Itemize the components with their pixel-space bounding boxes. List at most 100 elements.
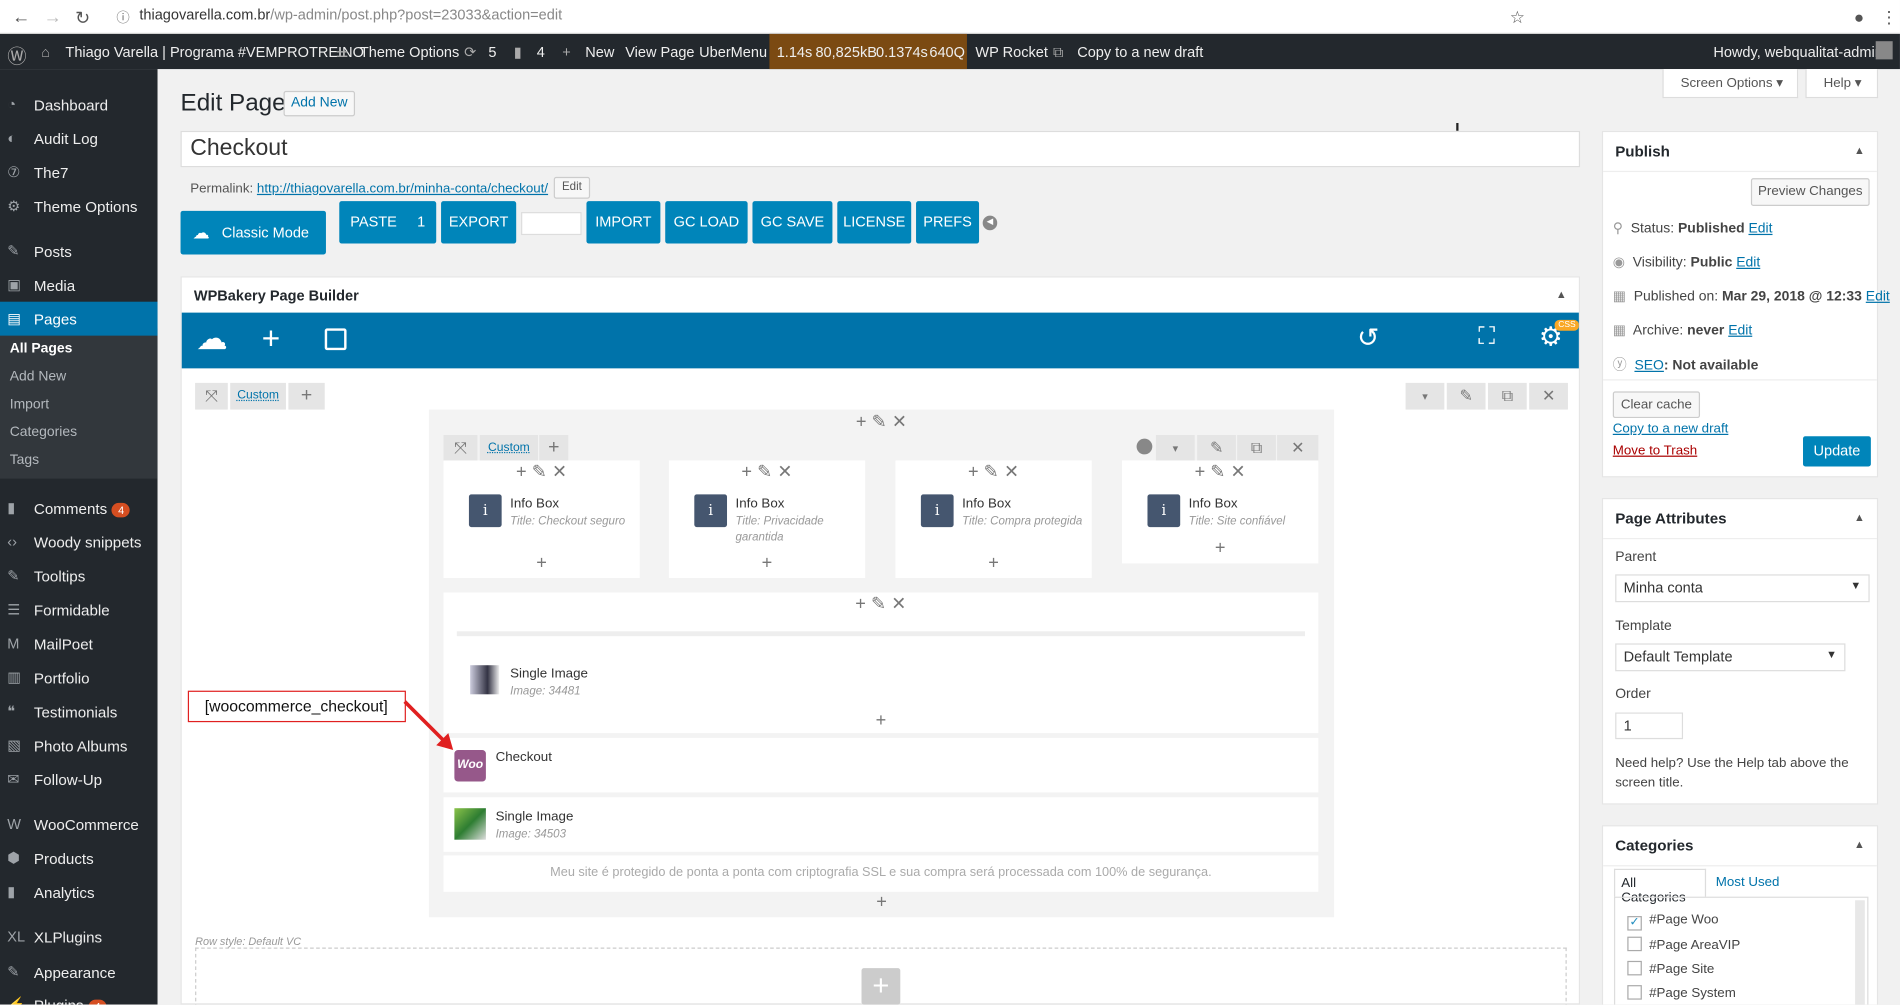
back-icon[interactable]: ←: [12, 7, 30, 28]
inner-row-layout-button[interactable]: Custom: [479, 435, 538, 462]
submenu-add-new[interactable]: Add New: [10, 370, 67, 385]
order-input[interactable]: 1: [1615, 712, 1684, 740]
sidebar-item-portfolio[interactable]: ▥ Portfolio: [0, 660, 158, 694]
copy-draft-link[interactable]: Copy to a new draft: [1613, 422, 1729, 437]
paste-button[interactable]: PASTE 1: [339, 201, 437, 244]
sidebar-item-posts[interactable]: ✎ Posts: [0, 234, 158, 268]
submenu-all-pages[interactable]: All Pages: [10, 342, 73, 357]
site-name-link[interactable]: Thiago Varella | Programa #VEMPROTREINO: [65, 44, 363, 61]
account-link[interactable]: Howdy, webqualitat-admin: [1713, 44, 1882, 61]
prefs-button[interactable]: PREFS: [916, 201, 980, 244]
license-button[interactable]: LICENSE: [837, 201, 912, 244]
perf-time[interactable]: 1.14s: [777, 44, 813, 61]
category-item[interactable]: ✓ #Page Woo: [1627, 912, 1719, 931]
star-icon[interactable]: ☆: [1510, 7, 1525, 28]
theme-options-link[interactable]: Theme Options: [360, 44, 459, 61]
collapse-icon[interactable]: ▲: [1556, 288, 1567, 300]
tab-most-used[interactable]: Most Used: [1716, 875, 1780, 890]
wordpress-logo-icon[interactable]: Ⓦ: [7, 40, 26, 69]
new-link[interactable]: New: [585, 44, 614, 61]
inner-row-clone-icon[interactable]: ⧉: [1237, 435, 1276, 462]
perf-query-time[interactable]: 0.1374s: [876, 44, 928, 61]
category-item[interactable]: #Page System: [1627, 985, 1736, 1001]
sidebar-item-comments[interactable]: ▮ Comments 4: [0, 491, 158, 525]
category-item[interactable]: #Page Site: [1627, 960, 1714, 977]
sidebar-item-woocommerce[interactable]: W WooCommerce: [0, 807, 158, 841]
column-actions-icons[interactable]: + ✎ ✕: [669, 460, 865, 483]
avatar[interactable]: [1875, 41, 1893, 60]
updates-count[interactable]: 5: [488, 44, 496, 61]
forward-icon[interactable]: →: [44, 7, 62, 28]
row-move-icon[interactable]: ⤧: [195, 382, 228, 410]
checkout-element[interactable]: Woo Checkout: [443, 737, 1319, 793]
import-code-input[interactable]: [521, 212, 582, 236]
fullscreen-icon[interactable]: ⛶: [1478, 324, 1495, 352]
screen-options-button[interactable]: Screen Options ▾: [1662, 69, 1799, 99]
seo-link[interactable]: SEO: [1634, 359, 1663, 374]
comments-count[interactable]: 4: [537, 44, 545, 61]
sidebar-item-dashboard[interactable]: ◔ Dashboard: [0, 87, 158, 121]
undo-icon[interactable]: ↺: [1357, 322, 1379, 354]
visibility-edit-link[interactable]: Edit: [1736, 256, 1760, 271]
perf-memory[interactable]: 80,825kB: [815, 44, 876, 61]
category-checkbox[interactable]: [1627, 936, 1642, 952]
info-icon[interactable]: ⓘ: [116, 7, 129, 26]
templates-icon[interactable]: [324, 328, 347, 351]
profile-icon[interactable]: ●: [1854, 7, 1864, 26]
submenu-categories[interactable]: Categories: [10, 425, 77, 440]
parent-select[interactable]: Minha conta ▼: [1615, 574, 1870, 603]
row-clone-icon[interactable]: ⧉: [1487, 382, 1527, 410]
sidebar-item-plugins[interactable]: ⚡ Plugins 4: [0, 988, 158, 1005]
menu-icon[interactable]: ⋮: [1881, 7, 1898, 28]
copy-draft-link[interactable]: Copy to a new draft: [1077, 44, 1203, 61]
category-item[interactable]: #Page AreaVIP: [1627, 936, 1740, 952]
category-checkbox[interactable]: [1627, 985, 1642, 1000]
move-to-trash-link[interactable]: Move to Trash: [1613, 443, 1697, 458]
column-actions-icons[interactable]: + ✎ ✕: [443, 593, 1318, 615]
row-edit-icon[interactable]: ✎: [1446, 382, 1486, 410]
row-actions-icons[interactable]: + ✎ ✕: [429, 411, 1334, 433]
inner-row-delete-icon[interactable]: ✕: [1277, 435, 1319, 462]
classic-mode-button[interactable]: ☁ Classic Mode: [180, 210, 326, 255]
collapse-icon[interactable]: ▲: [1854, 144, 1865, 156]
sidebar-item-woody-snippets[interactable]: ‹› Woody snippets: [0, 525, 158, 559]
sidebar-item-appearance[interactable]: ✎ Appearance: [0, 955, 158, 989]
view-page-link[interactable]: View Page: [625, 44, 694, 61]
submenu-tags[interactable]: Tags: [10, 453, 39, 468]
permalink-edit-button[interactable]: Edit: [553, 176, 591, 199]
update-button[interactable]: Update: [1803, 436, 1871, 467]
add-element-icon[interactable]: +: [669, 553, 865, 574]
sidebar-item-the7[interactable]: ⑦ The7: [0, 155, 158, 189]
ubermenu-link[interactable]: UberMenu: [699, 44, 767, 61]
scrollbar[interactable]: [1855, 900, 1865, 1005]
inner-row-edit-icon[interactable]: ✎: [1197, 435, 1236, 462]
add-element-icon[interactable]: +: [443, 710, 1318, 731]
collapse-icon[interactable]: ▲: [1854, 511, 1865, 523]
row-toggle-icon[interactable]: ▾: [1405, 382, 1445, 410]
sidebar-item-testimonials[interactable]: ❝ Testimonials: [0, 694, 158, 728]
inner-row-move-icon[interactable]: ⤧: [443, 435, 478, 462]
reload-icon[interactable]: ↻: [75, 7, 90, 29]
add-element-icon[interactable]: +: [895, 553, 1091, 574]
sidebar-item-analytics[interactable]: ▮ Analytics: [0, 875, 158, 909]
column-actions-icons[interactable]: + ✎ ✕: [1122, 460, 1318, 483]
collapse-icon[interactable]: ▲: [1854, 838, 1865, 850]
row-add-column-icon[interactable]: +: [288, 382, 325, 410]
submenu-import[interactable]: Import: [10, 397, 49, 412]
sidebar-item-formidable[interactable]: ☰ Formidable: [0, 593, 158, 627]
sidebar-item-media[interactable]: ▣ Media: [0, 268, 158, 302]
sidebar-item-photo-albums[interactable]: ▧ Photo Albums: [0, 728, 158, 762]
clear-cache-button[interactable]: Clear cache: [1612, 391, 1701, 419]
collapse-toolbar-icon[interactable]: ◀: [982, 215, 998, 231]
inner-row-toggle-icon[interactable]: ▾: [1155, 435, 1195, 462]
sidebar-item-pages[interactable]: ▤ Pages: [0, 301, 158, 336]
add-element-icon[interactable]: +: [262, 320, 280, 358]
column-actions-icons[interactable]: + ✎ ✕: [895, 460, 1091, 483]
add-new-button[interactable]: Add New: [283, 90, 356, 117]
status-edit-link[interactable]: Edit: [1748, 222, 1772, 237]
category-checkbox[interactable]: ✓: [1627, 916, 1642, 931]
sidebar-item-tooltips[interactable]: ✎ Tooltips: [0, 559, 158, 593]
sidebar-item-audit-log[interactable]: ◐ Audit Log: [0, 121, 158, 155]
add-row-button[interactable]: +: [861, 968, 901, 1005]
gc-save-button[interactable]: GC SAVE: [752, 201, 833, 244]
